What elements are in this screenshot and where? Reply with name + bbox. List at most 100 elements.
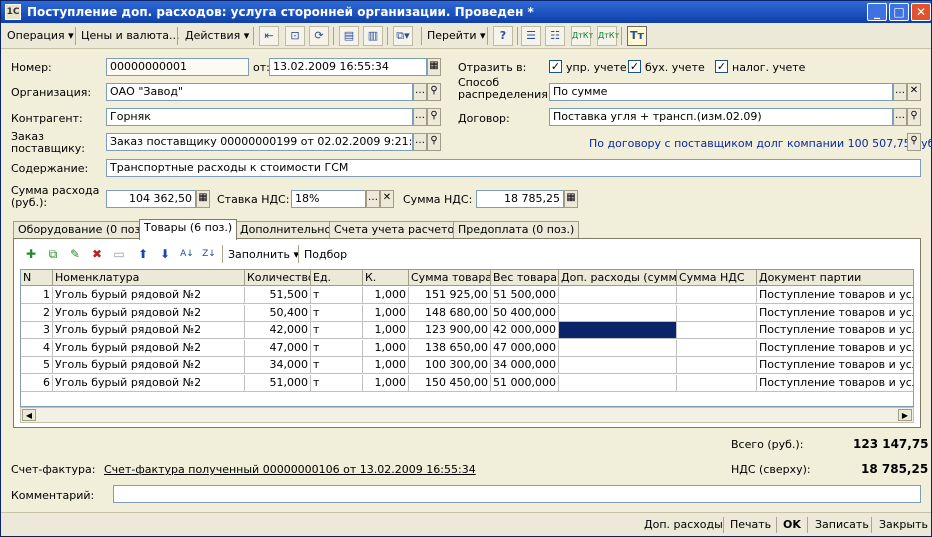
acc-checkbox[interactable]: ✓ <box>628 60 641 73</box>
tax-checkbox[interactable]: ✓ <box>715 60 728 73</box>
ok-button[interactable]: OK <box>783 517 801 533</box>
sort-asc-icon[interactable]: A↓ <box>178 245 196 263</box>
end-edit-icon[interactable]: ▭ <box>110 245 128 263</box>
cell-k[interactable]: 1,000 <box>363 287 409 304</box>
cell-unit[interactable]: т <box>311 287 363 304</box>
table-row[interactable]: 3 Уголь бурый рядовой №2 42,000 т 1,000 123 9… <box>21 322 913 340</box>
table-row[interactable]: 5 Уголь бурый рядовой №2 34,000 т 1,000 100 3… <box>21 357 913 375</box>
cell-vat-sum[interactable] <box>677 339 757 357</box>
cell-vat-sum[interactable] <box>677 287 757 304</box>
contract-field[interactable]: Поставка угля + трансп.(изм.02.09) <box>549 108 893 126</box>
cell-extra-costs[interactable] <box>559 357 677 375</box>
cell-n[interactable]: 6 <box>21 375 53 392</box>
dist-select-button[interactable]: … <box>893 83 907 101</box>
table-row[interactable]: 2 Уголь бурый рядовой №2 50,400 т 1,000 148 6… <box>21 304 913 322</box>
cell-nomenclature[interactable]: Уголь бурый рядовой №2 <box>53 357 245 375</box>
cell-vat-sum[interactable] <box>677 357 757 375</box>
cell-goods-sum[interactable]: 100 300,00 <box>409 357 491 375</box>
cell-nomenclature[interactable]: Уголь бурый рядовой №2 <box>53 375 245 392</box>
date-field[interactable]: 13.02.2009 16:55:34 <box>269 58 427 76</box>
cell-vat-sum[interactable] <box>677 322 757 340</box>
table-row[interactable]: 6 Уголь бурый рядовой №2 51,000 т 1,000 150 4… <box>21 375 913 392</box>
org-field[interactable]: ОАО "Завод" <box>106 83 413 101</box>
org-select-button[interactable]: … <box>413 83 427 101</box>
order-field[interactable]: Заказ поставщику 00000000199 от 02.02.20… <box>106 133 413 151</box>
cell-k[interactable]: 1,000 <box>363 375 409 392</box>
col-vat-sum[interactable]: Сумма НДС <box>677 270 757 286</box>
calendar-icon[interactable]: ▦ <box>427 58 441 76</box>
cell-quantity[interactable]: 47,000 <box>245 339 311 357</box>
goto-menu[interactable]: Перейти ▾ <box>427 27 486 45</box>
vat-rate-clear-icon[interactable]: ✕ <box>380 190 394 208</box>
cell-unit[interactable]: т <box>311 357 363 375</box>
post-document-icon[interactable]: ▤ <box>339 26 359 46</box>
cell-weight[interactable]: 42 000,000 <box>491 322 559 340</box>
table-row[interactable]: 4 Уголь бурый рядовой №2 47,000 т 1,000 138 6… <box>21 339 913 357</box>
copy-row-icon[interactable]: ⧉ <box>44 245 62 263</box>
order-select-button[interactable]: … <box>413 133 427 151</box>
col-extra-costs[interactable]: Доп. расходы (сумма) <box>559 270 677 286</box>
cell-weight[interactable]: 47 000,000 <box>491 339 559 357</box>
cell-unit[interactable]: т <box>311 339 363 357</box>
save-button[interactable]: Записать <box>815 517 869 533</box>
col-quantity[interactable]: Количество <box>245 270 311 286</box>
table-row[interactable]: 1 Уголь бурый рядовой №2 51,500 т 1,000 151 9… <box>21 287 913 304</box>
contractor-search-icon[interactable]: ⚲ <box>427 108 441 126</box>
cell-goods-sum[interactable]: 148 680,00 <box>409 304 491 322</box>
vat-sum-field[interactable]: 18 785,25 <box>476 190 564 208</box>
col-nomenclature[interactable]: Номенклатура <box>53 270 245 286</box>
cell-goods-sum[interactable]: 151 925,00 <box>409 287 491 304</box>
cell-nomenclature[interactable]: Уголь бурый рядовой №2 <box>53 304 245 322</box>
calculator-icon[interactable]: ▦ <box>196 190 210 208</box>
vat-rate-select-button[interactable]: … <box>366 190 380 208</box>
tab-goods[interactable]: Товары (6 поз.) <box>139 219 238 240</box>
cell-extra-costs[interactable] <box>559 304 677 322</box>
close-button[interactable]: Закрыть <box>879 517 928 533</box>
sort-desc-icon[interactable]: Z↓ <box>200 245 218 263</box>
cell-unit[interactable]: т <box>311 304 363 322</box>
minimize-button[interactable]: _ <box>867 3 887 21</box>
cell-batch-doc[interactable]: Поступление товаров и услуг <box>757 375 913 392</box>
tab-prepayment[interactable]: Предоплата (0 поз.) <box>453 221 580 239</box>
cell-batch-doc[interactable]: Поступление товаров и услуг <box>757 340 913 357</box>
horizontal-scrollbar[interactable]: ◀ ▶ <box>20 407 914 423</box>
col-n[interactable]: N <box>21 270 53 286</box>
cell-quantity[interactable]: 51,000 <box>245 375 311 392</box>
tab-accounts[interactable]: Счета учета расчетов <box>329 221 466 239</box>
scroll-right-icon[interactable]: ▶ <box>898 409 912 421</box>
cell-n[interactable]: 4 <box>21 339 53 357</box>
mgmt-checkbox[interactable]: ✓ <box>549 60 562 73</box>
help-icon[interactable]: ? <box>493 26 513 46</box>
contractor-select-button[interactable]: … <box>413 108 427 126</box>
move-down-icon[interactable]: ⬇ <box>156 245 174 263</box>
order-search-icon[interactable]: ⚲ <box>427 133 441 151</box>
add-row-icon[interactable]: ✚ <box>22 245 40 263</box>
cell-weight[interactable]: 34 000,000 <box>491 357 559 375</box>
properties-icon[interactable]: ☷ <box>545 26 565 46</box>
cell-vat-sum[interactable] <box>677 304 757 322</box>
sum-field[interactable]: 104 362,50 <box>106 190 196 208</box>
cell-k[interactable]: 1,000 <box>363 304 409 322</box>
invoice-link[interactable]: Счет-фактура полученный 00000000106 от 1… <box>104 463 476 476</box>
cell-goods-sum[interactable]: 123 900,00 <box>409 322 491 340</box>
cell-vat-sum[interactable] <box>677 375 757 392</box>
cell-nomenclature[interactable]: Уголь бурый рядовой №2 <box>53 322 245 340</box>
print-button[interactable]: Печать <box>730 517 771 533</box>
cell-nomenclature[interactable]: Уголь бурый рядовой №2 <box>53 287 245 304</box>
dt-kt-icon[interactable]: ДтКт <box>571 26 593 46</box>
unpost-document-icon[interactable]: ▥ <box>363 26 383 46</box>
cell-k[interactable]: 1,000 <box>363 322 409 340</box>
select-button[interactable]: Подбор <box>304 248 347 261</box>
close-window-button[interactable]: ✕ <box>911 3 931 21</box>
cell-weight[interactable]: 51 500,000 <box>491 287 559 304</box>
cell-batch-doc[interactable]: Поступление товаров и услуг <box>757 322 913 340</box>
prices-currency-button[interactable]: Цены и валюта... <box>81 27 179 45</box>
debt-link[interactable]: По договору с поставщиком долг компании … <box>589 137 932 150</box>
maximize-button[interactable]: □ <box>889 3 909 21</box>
cell-extra-costs[interactable] <box>559 375 677 392</box>
cell-unit[interactable]: т <box>311 375 363 392</box>
tab-additional[interactable]: Дополнительно <box>235 221 337 239</box>
cell-quantity[interactable]: 42,000 <box>245 322 311 340</box>
cell-weight[interactable]: 51 000,000 <box>491 375 559 392</box>
cell-batch-doc[interactable]: Поступление товаров и услуг <box>757 357 913 375</box>
